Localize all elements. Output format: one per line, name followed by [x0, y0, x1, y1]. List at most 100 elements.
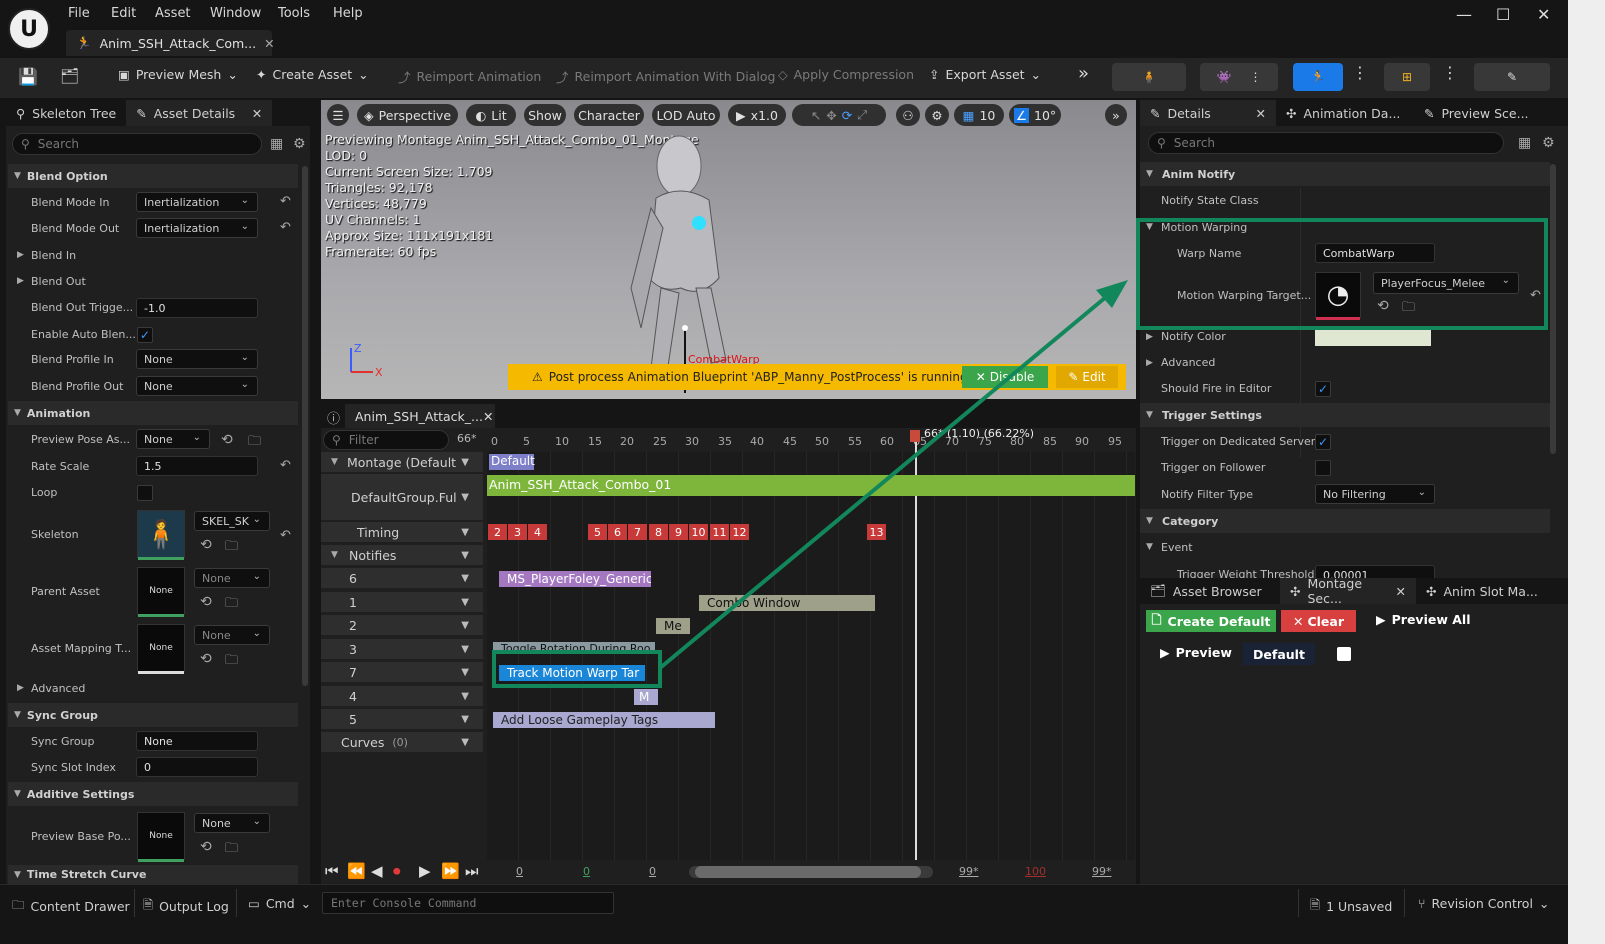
- blend-mode-in-dropdown[interactable]: Inertialization ⌄: [136, 192, 258, 212]
- lod-button[interactable]: LOD Auto: [652, 104, 720, 126]
- preview-viewport[interactable]: ☰ ◈ Perspective ◐ Lit Show Character LOD A…: [321, 100, 1136, 399]
- record-icon[interactable]: ⏺: [393, 862, 401, 880]
- event-label[interactable]: Event: [1161, 541, 1193, 554]
- use-selected-icon[interactable]: ⟲: [200, 651, 212, 667]
- more-icon[interactable]: »: [1078, 63, 1089, 84]
- close-icon[interactable]: ✕: [1256, 106, 1266, 121]
- tab-anim-slot-manager[interactable]: ✣ Anim Slot Ma...: [1416, 578, 1548, 604]
- create-asset-button[interactable]: ✦ Create Asset ⌄: [256, 67, 369, 82]
- preview-pose-dropdown[interactable]: None ⌄: [136, 429, 210, 449]
- tab-preview-scene[interactable]: ✎ Preview Sce...: [1414, 100, 1539, 126]
- menu-edit[interactable]: Edit: [111, 6, 136, 21]
- browse-icon[interactable]: 🗀: [225, 839, 238, 861]
- notify-combo-window[interactable]: Combo Window: [699, 595, 875, 611]
- left-search-input[interactable]: ⚲ Search: [12, 133, 262, 155]
- revision-control-button[interactable]: ⑂ Revision Control ⌄: [1418, 896, 1549, 911]
- transform-tools[interactable]: ↖ ✥ ⟳ ⤢: [792, 104, 886, 126]
- parent-asset-thumbnail[interactable]: None: [137, 567, 185, 617]
- trigger-follower-checkbox[interactable]: [1315, 460, 1331, 476]
- loop-checkbox[interactable]: [137, 485, 153, 501]
- close-icon[interactable]: ✕: [483, 409, 493, 424]
- menu-file[interactable]: File: [68, 6, 90, 21]
- preview-all-button[interactable]: ▶ Preview All: [1376, 612, 1470, 627]
- edit-button[interactable]: ✎ Edit: [1056, 366, 1118, 388]
- output-log-button[interactable]: 🗎 Output Log: [143, 896, 229, 917]
- unsaved-button[interactable]: 🗎 1 Unsaved: [1310, 896, 1392, 917]
- chevron-right-icon[interactable]: ▶: [1146, 358, 1153, 368]
- details-search-input[interactable]: ⚲ Search: [1148, 132, 1504, 154]
- browse-icon[interactable]: 🗀: [248, 432, 261, 454]
- filter-type-dropdown[interactable]: No Filtering ⌄: [1315, 484, 1435, 504]
- playback-start[interactable]: 0: [649, 865, 656, 878]
- notify-color-swatch[interactable]: [1315, 328, 1431, 346]
- cmd-dropdown[interactable]: ▭ Cmd ⌄: [248, 896, 311, 911]
- tab-asset-browser[interactable]: 🗂 Asset Browser: [1140, 578, 1280, 604]
- browse-asset-icon[interactable]: 🗂: [60, 67, 79, 85]
- timing-marker[interactable]: 6: [608, 524, 627, 540]
- track-notifies[interactable]: ▼ Notifies ▼: [321, 545, 483, 565]
- chevron-down-icon[interactable]: ▼: [1146, 542, 1153, 552]
- track-default-group[interactable]: DefaultGroup.Ful ▼: [321, 474, 483, 520]
- export-asset-button[interactable]: ⇪ Export Asset ⌄: [929, 67, 1041, 82]
- parent-asset-dropdown[interactable]: None ⌄: [194, 568, 270, 588]
- track-notify-7[interactable]: 7 ▼: [321, 662, 483, 682]
- details-scrollbar[interactable]: [1550, 164, 1556, 454]
- preview-base-dropdown[interactable]: None ⌄: [194, 813, 270, 833]
- play-reverse-icon[interactable]: ◀: [371, 862, 383, 880]
- timing-marker[interactable]: 11: [710, 524, 729, 540]
- fire-in-editor-checkbox[interactable]: ✓: [1315, 381, 1331, 397]
- unreal-logo-icon[interactable]: U: [8, 8, 50, 50]
- category-trigger-settings[interactable]: ▼ Trigger Settings: [1140, 403, 1550, 427]
- trigger-dedicated-checkbox[interactable]: ✓: [1315, 434, 1331, 450]
- preview-button[interactable]: ▶ Preview: [1160, 645, 1232, 660]
- mesh-mode-button[interactable]: 👾 ⋮: [1200, 63, 1278, 91]
- content-drawer-button[interactable]: 🗀 Content Drawer: [12, 896, 130, 917]
- use-selected-icon[interactable]: ⟲: [221, 432, 233, 448]
- document-tab[interactable]: 🏃 Anim_SSH_Attack_Com... ✕: [66, 30, 275, 56]
- close-icon[interactable]: ✕: [252, 106, 262, 121]
- reset-icon[interactable]: ↶: [280, 528, 291, 543]
- timing-marker[interactable]: 4: [528, 524, 547, 540]
- minimize-icon[interactable]: —: [1456, 5, 1472, 24]
- reimport-dialog-button[interactable]: ⤴ Reimport Animation With Dialog: [556, 67, 775, 86]
- playback-speed-button[interactable]: ▶ x1.0: [728, 104, 786, 126]
- notify-m[interactable]: M: [634, 689, 658, 705]
- go-to-end-icon[interactable]: ⏭: [465, 862, 479, 880]
- blend-out-label[interactable]: Blend Out: [31, 275, 86, 288]
- montage-tab[interactable]: Anim_SSH_Attack_... ✕: [345, 404, 495, 428]
- scrollbar-thumb[interactable]: [695, 866, 921, 878]
- use-selected-icon[interactable]: ⟲: [200, 594, 212, 610]
- notify-me[interactable]: Me: [656, 618, 690, 634]
- chevron-right-icon[interactable]: ▶: [17, 250, 24, 260]
- options-icon[interactable]: ⋮: [1352, 63, 1368, 82]
- step-back-icon[interactable]: ⏪: [347, 862, 366, 880]
- viewport-expand-icon[interactable]: »: [1105, 104, 1127, 126]
- category-animation[interactable]: ▼ Animation: [8, 401, 298, 425]
- working-end[interactable]: 100: [1025, 865, 1046, 878]
- track-curves[interactable]: Curves (0) ▼: [321, 732, 483, 752]
- advanced-label[interactable]: Advanced: [1161, 356, 1215, 369]
- blend-profile-in-dropdown[interactable]: None ⌄: [136, 349, 258, 369]
- help-icon[interactable]: ⓘ: [327, 408, 340, 427]
- blend-out-trigger-field[interactable]: -1.0: [136, 298, 258, 318]
- blend-in-label[interactable]: Blend In: [31, 249, 76, 262]
- tab-details[interactable]: ✎ Details ✕: [1140, 100, 1276, 126]
- timing-marker[interactable]: 13: [867, 524, 886, 540]
- timing-marker[interactable]: 9: [669, 524, 688, 540]
- timing-marker[interactable]: 2: [488, 524, 507, 540]
- menu-window[interactable]: Window: [210, 6, 261, 21]
- select-icon[interactable]: ↖: [811, 108, 821, 123]
- save-icon[interactable]: 💾: [18, 67, 38, 86]
- apply-compression-button[interactable]: ◇ Apply Compression: [778, 67, 914, 82]
- table-view-icon[interactable]: ▦: [1518, 135, 1531, 151]
- default-section-checkbox[interactable]: [1337, 647, 1351, 661]
- move-icon[interactable]: ✥: [826, 108, 836, 123]
- left-scrollbar[interactable]: [302, 166, 308, 686]
- browse-icon[interactable]: 🗀: [225, 651, 238, 673]
- default-section-button[interactable]: Default: [1243, 643, 1315, 665]
- animation-mode-button[interactable]: 🏃: [1293, 63, 1343, 91]
- character-button[interactable]: Character: [574, 104, 644, 126]
- category-category[interactable]: ▼ Category: [1140, 509, 1550, 533]
- track-notify-3[interactable]: 3 ▼: [321, 639, 483, 659]
- show-button[interactable]: Show: [524, 104, 566, 126]
